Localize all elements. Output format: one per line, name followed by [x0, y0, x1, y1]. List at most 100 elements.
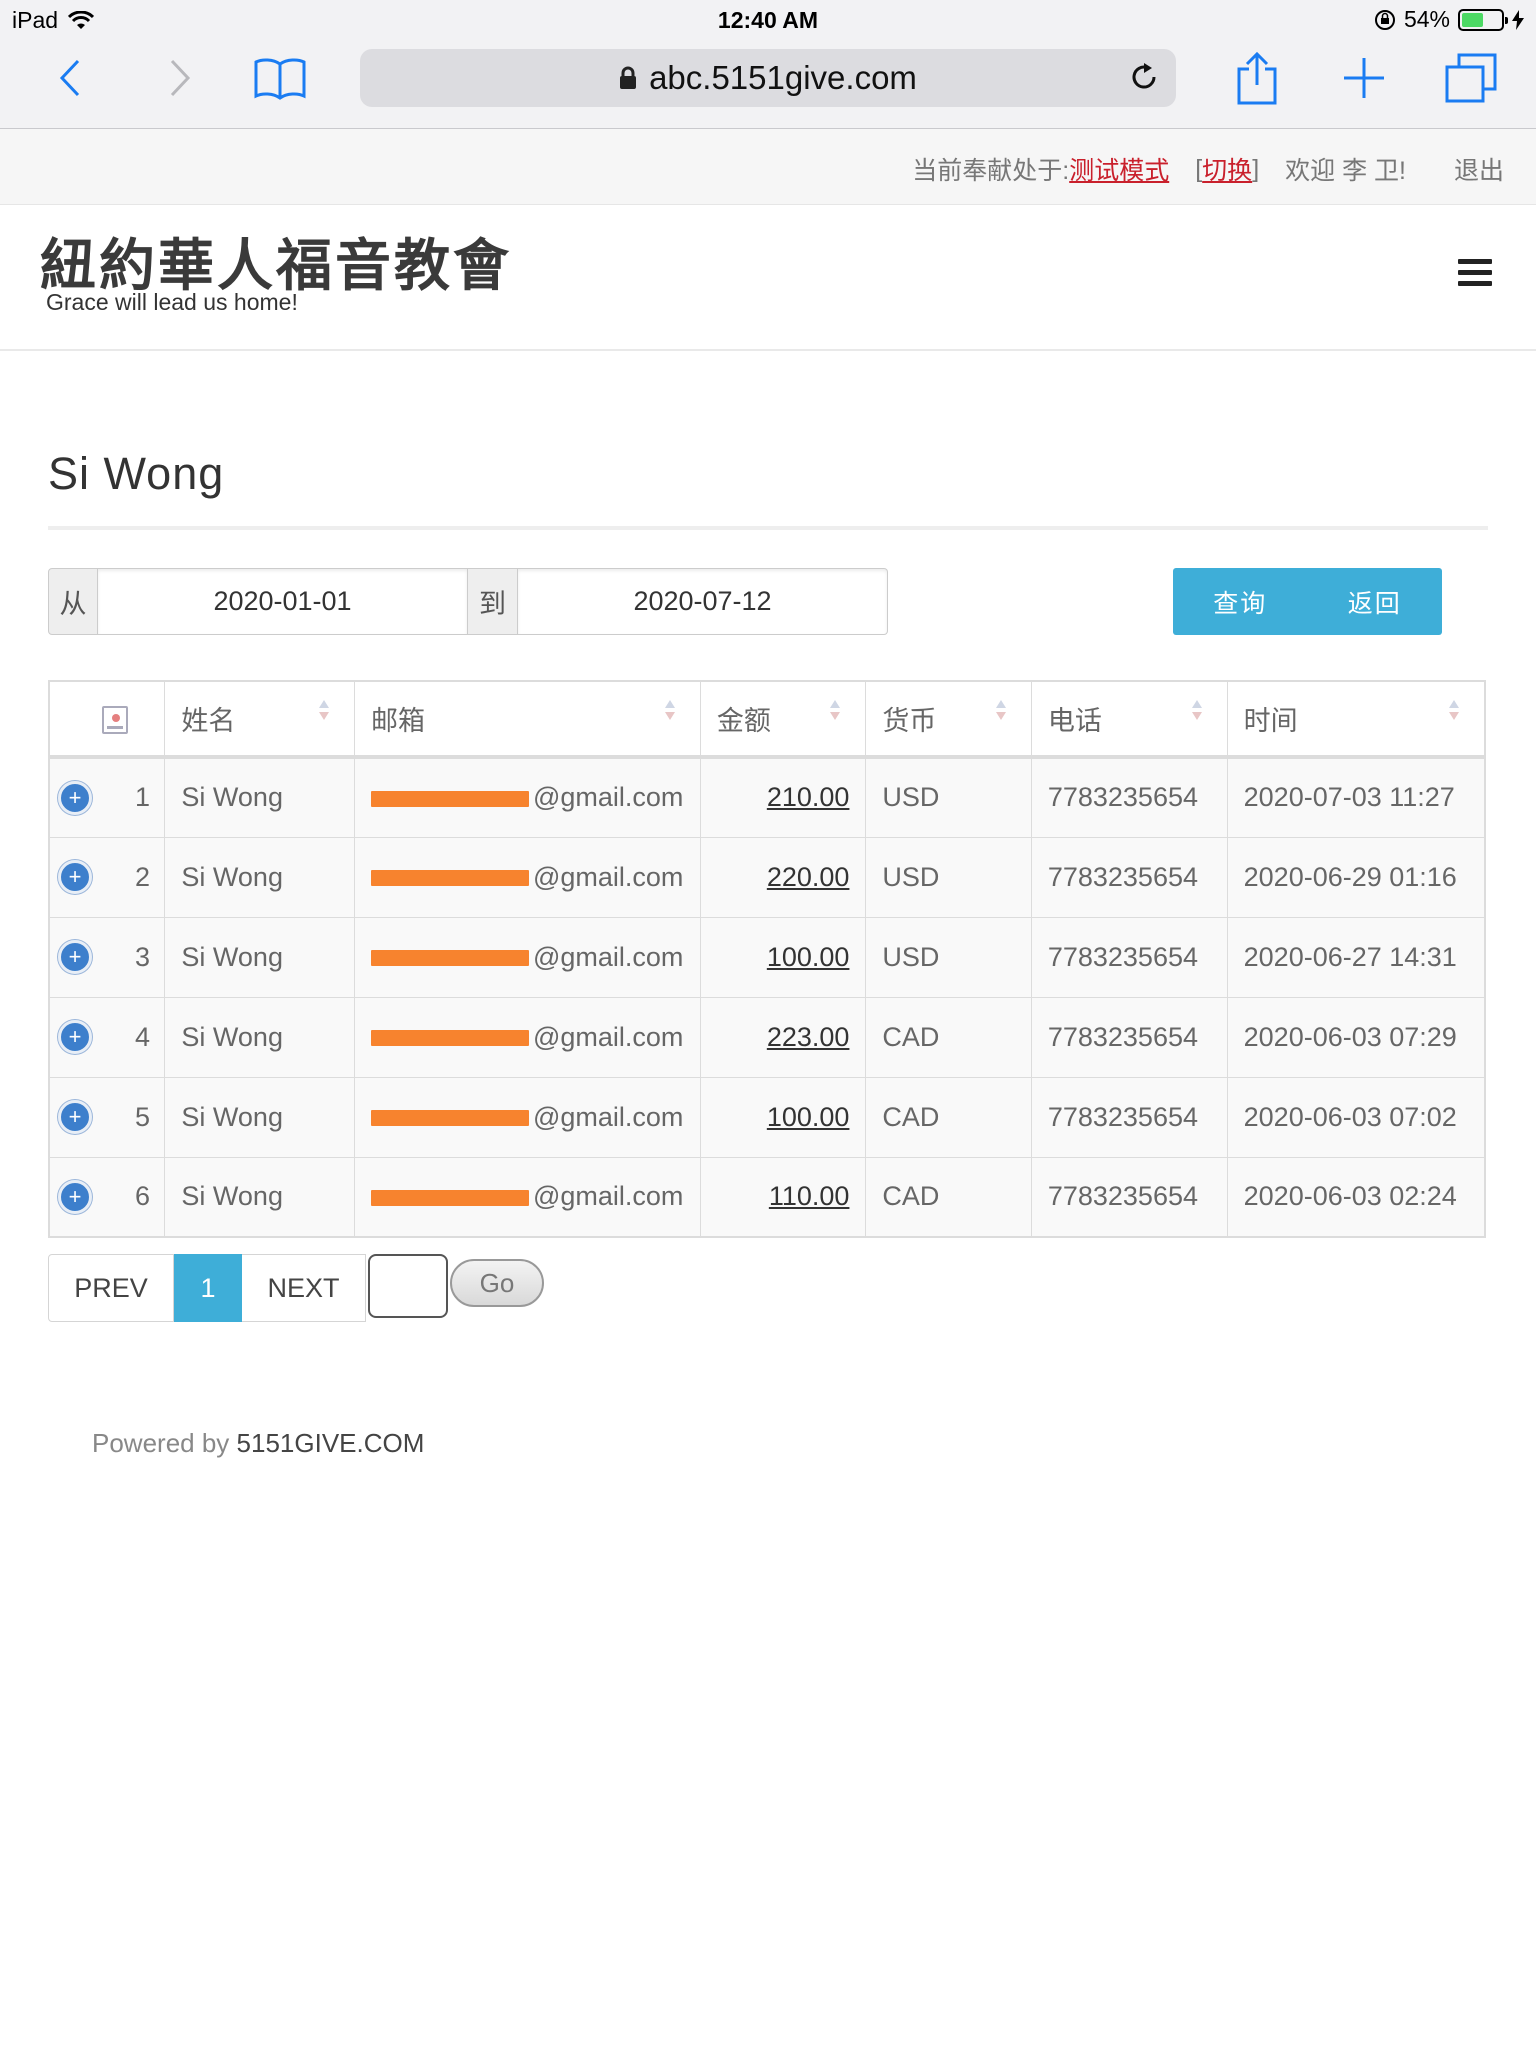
table-header-row: 姓名 邮箱 金额 货币 电话 时间 — [48, 680, 1486, 759]
redaction-mark — [370, 791, 529, 808]
sort-icon[interactable] — [1448, 700, 1460, 730]
amount-link[interactable]: 223.00 — [767, 1022, 850, 1052]
amount-link[interactable]: 100.00 — [767, 942, 850, 972]
row-index-cell: +2 — [48, 836, 166, 918]
bookmarks-button[interactable] — [252, 48, 308, 108]
expand-row-icon[interactable]: + — [58, 1179, 92, 1214]
row-number: 2 — [134, 861, 150, 892]
sort-icon[interactable] — [1191, 700, 1203, 730]
row-index-cell: +1 — [48, 756, 166, 838]
url-text: abc.5151give.com — [649, 59, 917, 96]
date-filter: 从 到 — [48, 568, 888, 635]
test-mode-link[interactable]: 测试模式 — [1069, 151, 1169, 187]
amount-cell: 223.00 — [699, 996, 867, 1078]
sort-icon[interactable] — [829, 700, 841, 730]
expand-row-icon[interactable]: + — [58, 780, 92, 815]
currency-cell: USD — [865, 916, 1032, 998]
column-phone[interactable]: 电话 — [1030, 680, 1228, 759]
tabs-icon — [1445, 53, 1497, 103]
phone-cell: 7783235654 — [1030, 1076, 1228, 1158]
battery-fill — [1462, 12, 1483, 27]
column-name[interactable]: 姓名 — [164, 680, 355, 759]
from-label: 从 — [48, 568, 98, 635]
share-button[interactable] — [1232, 48, 1282, 108]
table-row: +5 Si Wong @gmail.com 100.00 CAD 7783235654 20… — [48, 1076, 1486, 1158]
column-email[interactable]: 邮箱 — [353, 680, 701, 759]
expand-row-icon[interactable]: + — [58, 1020, 92, 1054]
next-page-button[interactable]: NEXT — [242, 1254, 366, 1322]
row-index-cell: +4 — [48, 996, 166, 1078]
logout-link[interactable]: 退出 — [1454, 151, 1504, 187]
email-cell: @gmail.com — [353, 756, 701, 838]
bracket-close: ] — [1252, 154, 1260, 183]
switch-mode-link[interactable]: 切换 — [1202, 151, 1252, 187]
name-cell: Si Wong — [164, 836, 355, 918]
status-right: 54% — [1374, 6, 1524, 33]
name-cell: Si Wong — [164, 916, 355, 998]
hamburger-icon[interactable] — [1458, 259, 1492, 292]
email-cell: @gmail.com — [353, 1156, 701, 1238]
column-time[interactable]: 时间 — [1226, 680, 1486, 759]
amount-link[interactable]: 110.00 — [769, 1181, 850, 1211]
column-amount[interactable]: 金额 — [699, 680, 867, 759]
expand-row-icon[interactable]: + — [58, 940, 92, 974]
amount-cell: 110.00 — [699, 1156, 867, 1238]
column-currency[interactable]: 货币 — [865, 680, 1032, 759]
address-bar[interactable]: abc.5151give.com — [360, 49, 1176, 107]
sort-icon[interactable] — [664, 700, 676, 730]
page-number-input[interactable] — [368, 1254, 448, 1318]
amount-link[interactable]: 100.00 — [767, 1102, 850, 1132]
footer-brand-link[interactable]: 5151GIVE.COM — [237, 1428, 425, 1458]
amount-link[interactable]: 220.00 — [767, 862, 850, 892]
forward-arrow-icon — [170, 59, 191, 97]
pagination: PREV 1 NEXT Go — [48, 1254, 544, 1322]
charging-icon — [1512, 9, 1524, 30]
name-cell: Si Wong — [164, 756, 355, 838]
query-button[interactable]: 查询 — [1173, 568, 1308, 635]
currency-cell: CAD — [865, 1156, 1032, 1238]
to-date-input[interactable] — [518, 568, 888, 635]
tabs-button[interactable] — [1444, 48, 1498, 108]
phone-cell: 7783235654 — [1030, 756, 1228, 838]
back-button[interactable] — [50, 48, 90, 108]
time-cell: 2020-06-29 01:16 — [1226, 836, 1486, 918]
column-select-header[interactable] — [48, 680, 166, 759]
back-button-page[interactable]: 返回 — [1308, 568, 1443, 635]
page-1-button[interactable]: 1 — [174, 1254, 242, 1322]
go-button[interactable]: Go — [450, 1259, 544, 1307]
email-cell: @gmail.com — [353, 1076, 701, 1158]
site-tagline: Grace will lead us home! — [46, 289, 298, 315]
row-index-cell: +6 — [48, 1156, 166, 1238]
bracket-open: [ — [1195, 154, 1203, 183]
orientation-lock-icon — [1374, 9, 1395, 30]
phone-cell: 7783235654 — [1030, 996, 1228, 1078]
amount-cell: 220.00 — [699, 836, 867, 918]
name-cell: Si Wong — [164, 996, 355, 1078]
row-number: 6 — [134, 1181, 150, 1212]
currency-cell: USD — [865, 836, 1032, 918]
redaction-mark — [370, 1030, 529, 1047]
donation-table: 姓名 邮箱 金额 货币 电话 时间 +1 Si Wong @gmail.com 210… — [48, 680, 1486, 1238]
row-number: 5 — [134, 1101, 150, 1132]
name-cell: Si Wong — [164, 1076, 355, 1158]
column-picker-icon[interactable] — [102, 705, 128, 734]
expand-row-icon[interactable]: + — [58, 860, 92, 894]
redaction-mark — [370, 950, 529, 967]
prev-page-button[interactable]: PREV — [48, 1254, 174, 1322]
reload-icon[interactable] — [1128, 61, 1160, 93]
browser-chrome: iPad 12:40 AM 54% abc.5151give.com — [0, 0, 1536, 129]
time-cell: 2020-06-03 07:29 — [1226, 996, 1486, 1078]
sort-icon[interactable] — [995, 700, 1007, 730]
table-row: +4 Si Wong @gmail.com 223.00 CAD 7783235654 20… — [48, 996, 1486, 1078]
table-row: +1 Si Wong @gmail.com 210.00 USD 7783235654 20… — [48, 756, 1486, 838]
expand-row-icon[interactable]: + — [58, 1100, 92, 1134]
forward-button[interactable] — [160, 48, 200, 108]
lock-icon — [620, 66, 637, 89]
row-number: 1 — [134, 782, 150, 813]
sort-icon[interactable] — [318, 700, 330, 730]
from-date-input[interactable] — [98, 568, 468, 635]
new-tab-button[interactable] — [1340, 48, 1388, 108]
amount-link[interactable]: 210.00 — [767, 782, 850, 812]
name-cell: Si Wong — [164, 1156, 355, 1238]
title-divider — [48, 526, 1488, 530]
